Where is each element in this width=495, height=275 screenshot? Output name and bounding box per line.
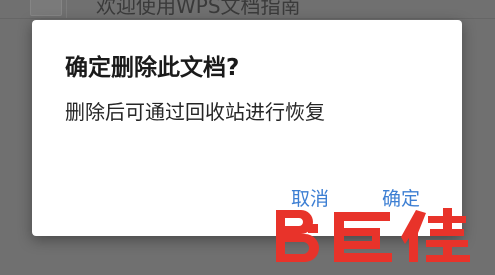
list-item: 欢迎使用WPS文档指南: [0, 0, 495, 19]
brand-watermark-logo: [270, 204, 475, 268]
list-item-title: 欢迎使用WPS文档指南: [96, 0, 301, 18]
document-icon: [30, 0, 62, 16]
divider: [66, 0, 67, 18]
dialog-message: 删除后可通过回收站进行恢复: [65, 100, 325, 124]
dialog-title: 确定删除此文档?: [65, 55, 240, 81]
